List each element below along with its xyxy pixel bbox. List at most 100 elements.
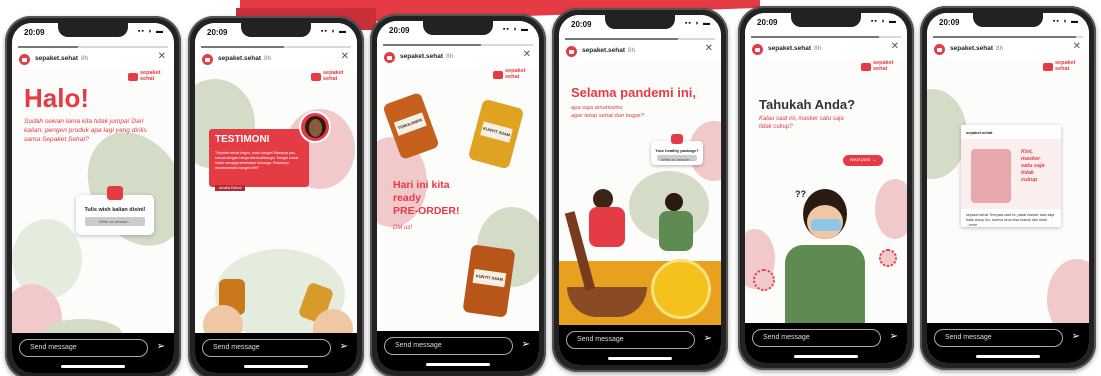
- send-message-input[interactable]: Send message: [752, 329, 881, 347]
- story-screen[interactable]: 20:09 ▪▪ ◗ ▬ sepaket.sehat 8h ✕ sepaket se…: [745, 13, 907, 363]
- account-name[interactable]: sepaket.sehat 8h: [768, 45, 821, 52]
- close-icon[interactable]: ✕: [341, 51, 349, 62]
- post-caption: sepaket.sehat Ternyata saat ini, pakai m…: [966, 213, 1055, 227]
- person-body: [659, 211, 693, 251]
- story-header: sepaket.sehat 8h ✕: [751, 41, 901, 59]
- story-progress-bar: [565, 38, 715, 40]
- home-indicator: [608, 357, 672, 360]
- person-head: [593, 189, 613, 209]
- shared-post-card[interactable]: sepaket.sehat Kini, masker satu saja tidak c…: [961, 125, 1061, 227]
- account-name[interactable]: sepaket.sehat 8h: [35, 55, 88, 62]
- close-icon[interactable]: ✕: [158, 51, 166, 62]
- account-name[interactable]: sepaket.sehat 8h: [582, 47, 635, 54]
- person-body: [785, 245, 865, 323]
- package-icon: [671, 134, 683, 144]
- brand-logo: sepaket sehat: [493, 68, 531, 80]
- answer-field[interactable]: Write an answer...: [657, 155, 697, 162]
- account-avatar[interactable]: [383, 51, 396, 64]
- brand-logo: sepaket sehat: [128, 70, 166, 82]
- story-screen[interactable]: 20:09 ▪▪ ◗ ▬ sepaket.sehat 8h ✕ Selama pa…: [559, 15, 721, 365]
- home-indicator: [976, 355, 1040, 358]
- signal-wifi-battery-icon: ▪▪ ◗ ▬: [320, 28, 347, 35]
- account-avatar[interactable]: [751, 43, 764, 56]
- story-title: Tahukah Anda?: [759, 97, 856, 112]
- send-icon[interactable]: ➢: [522, 339, 530, 350]
- virus-icon: [753, 269, 775, 291]
- phone-notch: [791, 13, 861, 27]
- phone-notch: [973, 13, 1043, 27]
- phone-notch: [605, 15, 675, 29]
- home-indicator: [426, 363, 490, 366]
- story-footer: Send message ➢: [559, 325, 721, 365]
- send-message-input[interactable]: Send message: [19, 339, 148, 357]
- story-header: sepaket.sehat 8h ✕: [565, 43, 715, 61]
- account-avatar[interactable]: [18, 53, 31, 66]
- send-icon[interactable]: ➢: [340, 341, 348, 352]
- story-screen[interactable]: 20:09 ▪▪ ◗ ▬ sepaket.sehat 8h ✕ sepaket se…: [195, 23, 357, 373]
- story-content: Tahukah Anda? Kalau saat ini, masker sat…: [745, 59, 907, 323]
- home-indicator: [794, 355, 858, 358]
- person-head: [665, 193, 683, 211]
- send-icon[interactable]: ➢: [1072, 331, 1080, 342]
- status-time: 20:09: [571, 20, 592, 29]
- story-screen[interactable]: 20:09 ▪▪ ◗ ▬ sepaket.sehat 8h ✕ sepaket se…: [927, 13, 1089, 363]
- account-avatar[interactable]: [201, 53, 214, 66]
- close-icon[interactable]: ✕: [1073, 41, 1081, 52]
- story-footer: Send message ➢: [195, 333, 357, 373]
- phone-story-3: 20:09 ▪▪ ◗ ▬ sepaket.sehat 8h ✕ sepaket se…: [370, 14, 546, 376]
- next-post-button[interactable]: Next post →: [843, 155, 883, 166]
- account-avatar[interactable]: [933, 43, 946, 56]
- send-message-input[interactable]: Send message: [384, 337, 513, 355]
- story-body: apa saja amunisimu agar tetap sehat dan b…: [571, 105, 644, 119]
- close-icon[interactable]: ✕: [705, 43, 713, 54]
- account-name[interactable]: sepaket.sehat 8h: [218, 55, 271, 62]
- package-icon: [107, 186, 123, 200]
- account-avatar[interactable]: [565, 45, 578, 58]
- product-bottle: KUNYIT ASAM: [462, 244, 516, 318]
- testimonial-avatar: [299, 111, 331, 143]
- story-footer: Send message ➢: [377, 331, 539, 371]
- phone-story-2: 20:09 ▪▪ ◗ ▬ sepaket.sehat 8h ✕ sepaket se…: [188, 16, 364, 376]
- post-account-name: sepaket.sehat: [966, 130, 993, 135]
- story-header: sepaket.sehat 8h ✕: [18, 51, 168, 69]
- story-content: TEMULAWAK KUNYIT ASAM KUNYIT ASAM Hari i…: [377, 67, 539, 331]
- story-content: sepaket.sehat Kini, masker satu saja tidak c…: [927, 59, 1089, 323]
- question-sticker[interactable]: Tulis wish kalian disini! Write an answe…: [76, 186, 154, 235]
- account-name[interactable]: sepaket.sehat 8h: [950, 45, 1003, 52]
- story-progress-bar: [383, 44, 533, 46]
- answer-field[interactable]: Write an answer...: [85, 217, 145, 226]
- phone-notch: [241, 23, 311, 37]
- phone-story-4: 20:09 ▪▪ ◗ ▬ sepaket.sehat 8h ✕ Selama pa…: [552, 8, 728, 372]
- story-progress-bar: [18, 46, 168, 48]
- virus-icon: [879, 249, 897, 267]
- question-sticker[interactable]: Your healthy package? Write an answer...: [651, 134, 703, 165]
- story-content: TESTIMONI "Sepaket sehat bagus, enak ban…: [195, 69, 357, 333]
- story-progress-bar: [933, 36, 1083, 38]
- person-body: [589, 207, 625, 247]
- send-icon[interactable]: ➢: [704, 333, 712, 344]
- story-content: Selama pandemi ini, apa saja amunisimu ag…: [559, 61, 721, 325]
- home-indicator: [61, 365, 125, 368]
- story-body: Kalau saat ini, masker satu saja tidak cu…: [759, 116, 844, 130]
- close-icon[interactable]: ✕: [523, 49, 531, 60]
- send-icon[interactable]: ➢: [157, 341, 165, 352]
- send-message-input[interactable]: Send message: [934, 329, 1063, 347]
- story-content: Halo! Sudah sekian lama kita tidak jumpa…: [12, 69, 174, 333]
- send-message-input[interactable]: Send message: [202, 339, 331, 357]
- status-time: 20:09: [24, 28, 45, 37]
- account-name[interactable]: sepaket.sehat 8h: [400, 53, 453, 60]
- post-image: Kini, masker satu saja tidak cukup: [961, 139, 1061, 209]
- close-icon[interactable]: ✕: [891, 41, 899, 52]
- story-screen[interactable]: 20:09 ▪▪ ◗ ▬ sepaket.sehat 8h ✕ sepaket se…: [377, 21, 539, 371]
- send-message-input[interactable]: Send message: [566, 331, 695, 349]
- testimonial-name: Amalia Rahmi: [215, 185, 246, 191]
- phone-notch: [423, 21, 493, 35]
- story-header: sepaket.sehat 8h ✕: [933, 41, 1083, 59]
- send-icon[interactable]: ➢: [890, 331, 898, 342]
- testimonial-title: TESTIMONI: [215, 134, 270, 145]
- story-screen[interactable]: 20:09 ▪▪ ◗ ▬ sepaket.sehat 8h ✕ sepaket se…: [12, 23, 174, 373]
- product-bottle: KUNYIT ASAM: [467, 98, 525, 170]
- phone-story-1: 20:09 ▪▪ ◗ ▬ sepaket.sehat 8h ✕ sepaket se…: [5, 16, 181, 376]
- story-header: sepaket.sehat 8h ✕: [383, 49, 533, 67]
- face-mask: [811, 219, 841, 231]
